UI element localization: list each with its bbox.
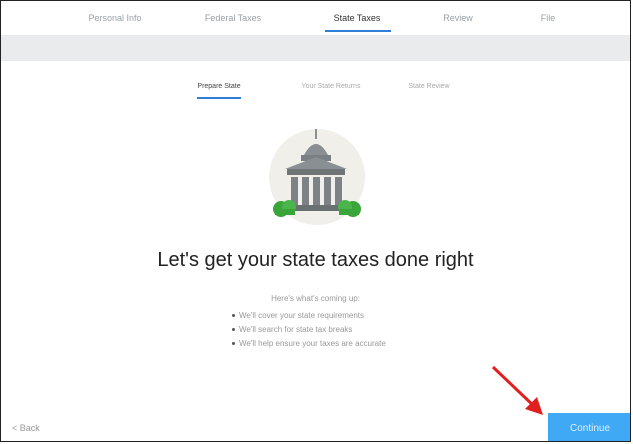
state-capitol-icon xyxy=(269,129,365,225)
active-subtab-indicator xyxy=(197,97,241,99)
bullet-text: We'll help ensure your taxes are accurat… xyxy=(239,339,386,348)
header-bar xyxy=(1,35,630,61)
bullet-icon xyxy=(232,328,235,332)
page-title: Let's get your state taxes done right xyxy=(157,249,474,271)
tab-review[interactable]: Review xyxy=(443,13,473,23)
subtab-your-state-returns[interactable]: Your State Returns xyxy=(302,83,361,90)
bullet-text: We'll cover your state requirements xyxy=(239,311,364,320)
bullet-icon xyxy=(232,342,235,346)
tab-federal-taxes[interactable]: Federal Taxes xyxy=(205,13,261,23)
list-item: We'll search for state tax breaks xyxy=(232,323,386,337)
continue-button[interactable]: Continue xyxy=(548,413,630,441)
back-link[interactable]: < Back xyxy=(12,423,40,433)
intro-text: Here's what's coming up: xyxy=(271,294,360,303)
list-item: We'll help ensure your taxes are accurat… xyxy=(232,337,386,351)
subtab-state-review[interactable]: State Review xyxy=(408,83,449,90)
list-item: We'll cover your state requirements xyxy=(232,309,386,323)
bullet-text: We'll search for state tax breaks xyxy=(239,325,353,334)
red-arrow-icon xyxy=(491,365,543,415)
top-navigation: Personal Info Federal Taxes State Taxes … xyxy=(1,1,630,35)
active-tab-indicator xyxy=(325,30,391,32)
subtab-prepare-state[interactable]: Prepare State xyxy=(197,83,240,90)
bullet-list: We'll cover your state requirements We'l… xyxy=(232,309,386,351)
bullet-icon xyxy=(232,314,235,318)
app-window: Personal Info Federal Taxes State Taxes … xyxy=(0,0,631,442)
tab-state-taxes[interactable]: State Taxes xyxy=(334,13,381,23)
tab-file[interactable]: File xyxy=(541,13,556,23)
tab-personal-info[interactable]: Personal Info xyxy=(88,13,141,23)
